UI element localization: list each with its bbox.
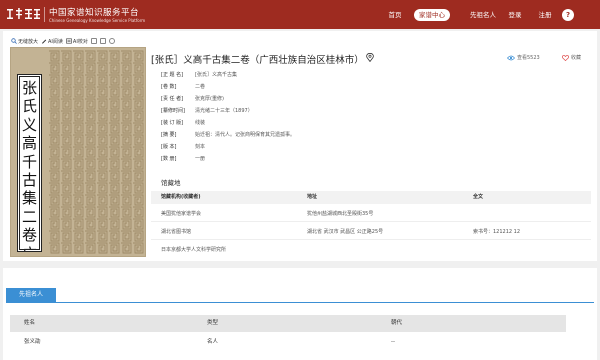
book-cover-image[interactable]: 张 氏 义 高 千 古 集 二 卷 广 西 壮 族 自 治: [10, 47, 146, 257]
info-value: 线装: [195, 120, 206, 126]
magnify-icon: [11, 38, 17, 44]
toolbar-magnify[interactable]: 无缝放大: [11, 38, 38, 45]
holdings-extra: 索书号：121212 12: [473, 229, 521, 235]
info-value: [张氏］义高千古集: [195, 72, 237, 78]
cover-char: 氏: [21, 97, 37, 116]
holdings-col-fulltext: 全文: [473, 194, 484, 200]
page-icon[interactable]: [99, 38, 106, 44]
info-label: [版 本]: [161, 144, 177, 150]
name-cell[interactable]: 张义劭: [24, 334, 41, 351]
site-title: 中国家谱知识服务平台: [49, 8, 140, 18]
info-value: 始迁祖：清代人。记张商明保育其兄遗孤事。: [195, 132, 296, 138]
holdings-title: 馆藏地: [161, 179, 181, 187]
info-row-abstract: [摘 要] 始迁祖：清代人。记张商明保育其兄遗孤事。: [161, 130, 295, 140]
pen-icon: [42, 39, 47, 44]
tab-ancestors[interactable]: 先祖名人: [6, 288, 56, 302]
type-cell: 名人: [207, 339, 219, 345]
heart-icon: [562, 54, 569, 61]
toolbar-ai-proofread-label: AI校对: [72, 38, 88, 45]
settings-icon[interactable]: [108, 38, 115, 44]
viewer-toolbar: 无缝放大 AI阅读 AI校对: [11, 36, 115, 46]
view-count: 查看5523: [507, 54, 540, 61]
info-label: [纂修时间]: [161, 108, 185, 114]
cover-char: 二: [21, 207, 37, 226]
holdings-plain-row: 日本京都大学人文科学研究所: [161, 247, 227, 253]
info-row-author: [责 任 者] 张克厚(重修): [161, 94, 224, 104]
info-row-compiled-time: [纂修时间] 清光绪二十三年（1897）: [161, 106, 253, 116]
cover-char: 高: [21, 134, 37, 153]
info-value: 张克厚(重修): [195, 96, 224, 102]
holdings-org[interactable]: 美国犹他家谱学会: [161, 207, 201, 222]
cover-char: 卷: [21, 226, 37, 245]
toolbar-ai-read[interactable]: AI阅读: [41, 38, 63, 45]
names-col-dynasty: 朝代: [391, 320, 403, 326]
nav-home[interactable]: 首页: [380, 9, 410, 21]
dynasty-cell: --: [391, 339, 395, 345]
table-row: 美国犹他家谱学会 犹他州盐湖城西北圣殿街35号: [151, 207, 591, 222]
table-row: 张义劭 名人 --: [10, 334, 566, 351]
cover-char: 广: [18, 245, 41, 251]
ancestors-section: 先祖名人 姓名 类型 朝代 张义劭 名人 --: [3, 268, 597, 360]
nav-genealogy-center[interactable]: 家谱中心: [414, 9, 450, 21]
toolbar-ai-proofread[interactable]: AI校对: [66, 38, 88, 45]
view-count-label: 查看5523: [517, 55, 540, 61]
names-table-header: 姓名 类型 朝代: [10, 315, 566, 332]
nav-login[interactable]: 登录: [504, 9, 526, 21]
info-label: [装 订 版]: [161, 120, 184, 126]
cover-char: 千: [21, 152, 37, 171]
help-button[interactable]: ?: [562, 9, 574, 21]
holdings-address: 犹他州盐湖城西北圣殿街35号: [307, 211, 374, 217]
info-value: 清光绪二十三年（1897）: [195, 108, 253, 114]
location-pin-icon: [365, 53, 374, 62]
cover-char: 古: [21, 171, 37, 190]
nav-ancestors[interactable]: 先祖名人: [465, 9, 501, 21]
info-row-title: [正 题 名] [张氏］义高千古集: [161, 70, 237, 80]
site-logo[interactable]: [6, 7, 42, 21]
book-title: [张氏］义高千古集二卷（广西壮族自治区桂林市）: [151, 55, 364, 66]
info-value: 一册: [195, 156, 206, 162]
top-navigation-bar: 中国家谱知识服务平台 Chinese Genealogy Knowledge S…: [0, 0, 600, 29]
info-label: [正 题 名]: [161, 72, 184, 78]
info-label: [数 册]: [161, 156, 177, 162]
cover-char: 义: [21, 115, 37, 134]
holdings-org[interactable]: 湖北省图书馆: [161, 225, 191, 240]
book-detail-card: 无缝放大 AI阅读 AI校对 张 氏 义 高 千 古 集 二 卷 [张氏］义高千…: [3, 31, 597, 261]
info-value: 刻本: [195, 144, 206, 150]
holdings-table-header: 馆藏机构(收藏者) 地址 全文: [151, 191, 591, 204]
info-value: 二卷: [195, 84, 206, 90]
info-row-edition: [版 本] 刻本: [161, 142, 205, 152]
nav-register[interactable]: 注册: [534, 9, 556, 21]
info-row-count: [数 册] 一册: [161, 154, 205, 164]
info-label: [卷 数]: [161, 84, 177, 90]
toolbar-magnify-label: 无缝放大: [18, 38, 39, 45]
cover-pattern: [48, 50, 144, 254]
holdings-col-address: 地址: [307, 194, 318, 200]
cover-title-label: 张 氏 义 高 千 古 集 二 卷 广 西 壮 族 自 治: [17, 74, 42, 252]
holdings-address: 湖北省 武汉市 武昌区 公正路25号: [307, 229, 384, 235]
fullscreen-icon[interactable]: [90, 38, 97, 44]
names-col-name: 姓名: [24, 320, 36, 326]
logo-divider: [44, 7, 45, 22]
cover-char: 集: [21, 189, 37, 208]
info-row-volumes: [卷 数] 二卷: [161, 82, 205, 92]
toolbar-ai-read-label: AI阅读: [48, 38, 63, 45]
cover-char: 张: [21, 79, 37, 97]
table-row: 湖北省图书馆 湖北省 武汉市 武昌区 公正路25号 索书号：121212 12: [151, 225, 591, 240]
info-row-binding: [装 订 版] 线装: [161, 118, 205, 128]
text-icon: [66, 38, 72, 44]
site-subtitle: Chinese Genealogy Knowledge Service Plat…: [49, 18, 146, 23]
eye-icon: [507, 55, 515, 60]
info-label: [摘 要]: [161, 132, 177, 138]
holdings-col-org: 馆藏机构(收藏者): [161, 194, 201, 200]
info-label: [责 任 者]: [161, 96, 184, 102]
favorite-button[interactable]: 收藏: [562, 54, 581, 61]
tab-underline: [6, 302, 594, 303]
names-col-type: 类型: [207, 320, 219, 326]
favorite-label: 收藏: [571, 55, 582, 61]
